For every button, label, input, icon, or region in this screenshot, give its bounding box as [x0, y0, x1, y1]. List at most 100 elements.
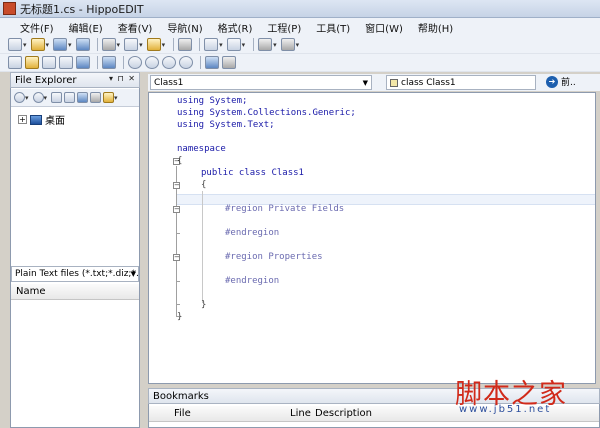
menu-window[interactable]: 窗口(W) — [365, 20, 403, 35]
cut-icon[interactable] — [101, 38, 116, 51]
favorites-icon[interactable] — [103, 92, 115, 103]
save-all-icon[interactable] — [75, 38, 90, 51]
chevron-down-icon[interactable]: ▼ — [363, 79, 368, 87]
code-line: using System; — [177, 96, 248, 106]
chevron-down-icon[interactable]: ▼ — [131, 270, 136, 278]
menu-edit[interactable]: 编辑(E) — [69, 20, 103, 35]
file-filter-select[interactable]: Plain Text files (*.txt;*.diz;*.l ▼ — [11, 266, 139, 282]
code-line: { — [177, 156, 183, 166]
back-dropdown-icon[interactable]: ▾ — [25, 94, 29, 102]
back-icon[interactable] — [14, 92, 25, 103]
replace-icon[interactable] — [280, 38, 295, 51]
open-dropdown-icon[interactable]: ▾ — [46, 41, 50, 49]
code-line: namespace — [177, 144, 226, 154]
fold-toggle-icon[interactable]: − — [173, 182, 180, 189]
paste-icon[interactable] — [146, 38, 161, 51]
macro-icon[interactable] — [205, 56, 219, 69]
menu-navigate[interactable]: 导航(N) — [167, 20, 202, 35]
find-icon[interactable] — [258, 38, 273, 51]
desktop-icon — [30, 114, 42, 125]
fold-toggle-icon[interactable]: − — [173, 206, 180, 213]
clear-bookmarks-icon[interactable] — [179, 56, 193, 69]
toolbar-separator — [96, 38, 98, 51]
up-folder-icon[interactable] — [51, 92, 63, 103]
toolbar-separator — [199, 38, 201, 51]
paste-dropdown-icon[interactable]: ▾ — [162, 41, 166, 49]
save-icon[interactable] — [53, 38, 68, 51]
bookmark-icon[interactable] — [102, 56, 116, 69]
redo-dropdown-icon[interactable]: ▾ — [242, 41, 246, 49]
save-dropdown-icon[interactable]: ▾ — [68, 41, 72, 49]
name-column-header[interactable]: Name — [11, 284, 139, 300]
file-explorer-header: File Explorer ▾ ⊓ ✕ — [10, 72, 140, 88]
line-column-header[interactable]: Line — [290, 408, 311, 419]
fold-toggle-icon[interactable]: − — [173, 254, 180, 261]
code-line: #endregion — [225, 276, 280, 286]
code-line: using System.Collections.Generic; — [177, 108, 356, 118]
new-dropdown-icon[interactable]: ▾ — [23, 41, 27, 49]
open-icon[interactable] — [30, 38, 45, 51]
new-icon[interactable] — [8, 38, 22, 51]
code-line: #region Properties — [225, 252, 323, 262]
indent-icon[interactable] — [8, 56, 22, 69]
code-line: public class Class1 — [201, 168, 304, 178]
up-icon[interactable] — [162, 56, 176, 69]
navigate-back-button[interactable]: ➔ 前.. — [546, 75, 576, 88]
redo-icon[interactable] — [226, 38, 241, 51]
code-line: } — [177, 312, 183, 322]
menu-bar: 文件(F) 编辑(E) 查看(V) 导航(N) 格式(R) 工程(P) 工具(T… — [0, 18, 600, 36]
comment-icon[interactable] — [42, 56, 56, 69]
edit-toolbar — [0, 54, 600, 72]
replace-dropdown-icon[interactable]: ▾ — [296, 41, 300, 49]
pane-window-buttons[interactable]: ▾ ⊓ ✕ — [109, 74, 136, 83]
copy-icon[interactable] — [124, 38, 139, 51]
column-icon[interactable] — [76, 56, 90, 69]
tree-item-desktop[interactable]: + 桌面 — [18, 112, 65, 127]
prev-bookmark-icon[interactable] — [128, 56, 142, 69]
toolbar-separator — [97, 56, 98, 69]
file-column-header[interactable]: File — [174, 408, 191, 419]
copy-dropdown-icon[interactable]: ▾ — [139, 41, 143, 49]
toolbar-separator — [253, 38, 255, 51]
member-combo-value: class Class1 — [401, 77, 456, 88]
fold-end-tick — [176, 233, 180, 234]
menu-tools[interactable]: 工具(T) — [316, 20, 350, 35]
app-icon — [3, 2, 16, 15]
pane-splitter[interactable] — [140, 72, 148, 428]
sync-icon[interactable] — [90, 92, 102, 103]
toolbar-separator — [173, 38, 175, 51]
fold-end-tick — [176, 304, 180, 305]
undo-icon[interactable] — [204, 38, 219, 51]
file-filter-value: Plain Text files (*.txt;*.diz;*.l — [15, 269, 139, 279]
description-column-header[interactable]: Description — [315, 408, 372, 419]
code-line: } — [201, 300, 207, 310]
forward-icon[interactable] — [32, 92, 44, 103]
refresh-icon[interactable] — [77, 92, 89, 103]
menu-project[interactable]: 工程(P) — [267, 20, 301, 35]
menu-help[interactable]: 帮助(H) — [418, 20, 453, 35]
undo-dropdown-icon[interactable]: ▾ — [219, 41, 223, 49]
code-line: using System.Text; — [177, 120, 275, 130]
file-explorer-toolbar: ▾ ▾ ▾ — [11, 89, 139, 107]
class-combo[interactable]: Class1 ▼ — [150, 75, 372, 90]
uncomment-icon[interactable] — [59, 56, 73, 69]
menu-file[interactable]: 文件(F) — [20, 20, 54, 35]
editor-nav-bar: Class1 ▼ class Class1 ➔ 前.. — [148, 74, 600, 91]
forward-dropdown-icon[interactable]: ▾ — [44, 94, 48, 102]
navigate-label: 前.. — [561, 78, 576, 88]
print-icon[interactable] — [178, 38, 193, 51]
tree-item-label: 桌面 — [45, 116, 65, 127]
cut-dropdown-icon[interactable]: ▾ — [117, 41, 121, 49]
toolbar-separator — [123, 56, 124, 69]
macro-play-icon[interactable] — [222, 56, 236, 69]
next-bookmark-icon[interactable] — [145, 56, 159, 69]
outdent-icon[interactable] — [25, 56, 39, 69]
favorites-dropdown-icon[interactable]: ▾ — [114, 94, 118, 102]
menu-view[interactable]: 查看(V) — [118, 20, 153, 35]
menu-format[interactable]: 格式(R) — [218, 20, 253, 35]
expand-icon[interactable]: + — [18, 115, 27, 124]
code-editor[interactable]: − − − − using System; using System.Colle… — [148, 92, 596, 384]
new-folder-icon[interactable] — [64, 92, 76, 103]
find-dropdown-icon[interactable]: ▾ — [273, 41, 277, 49]
member-combo[interactable]: class Class1 — [386, 75, 536, 90]
